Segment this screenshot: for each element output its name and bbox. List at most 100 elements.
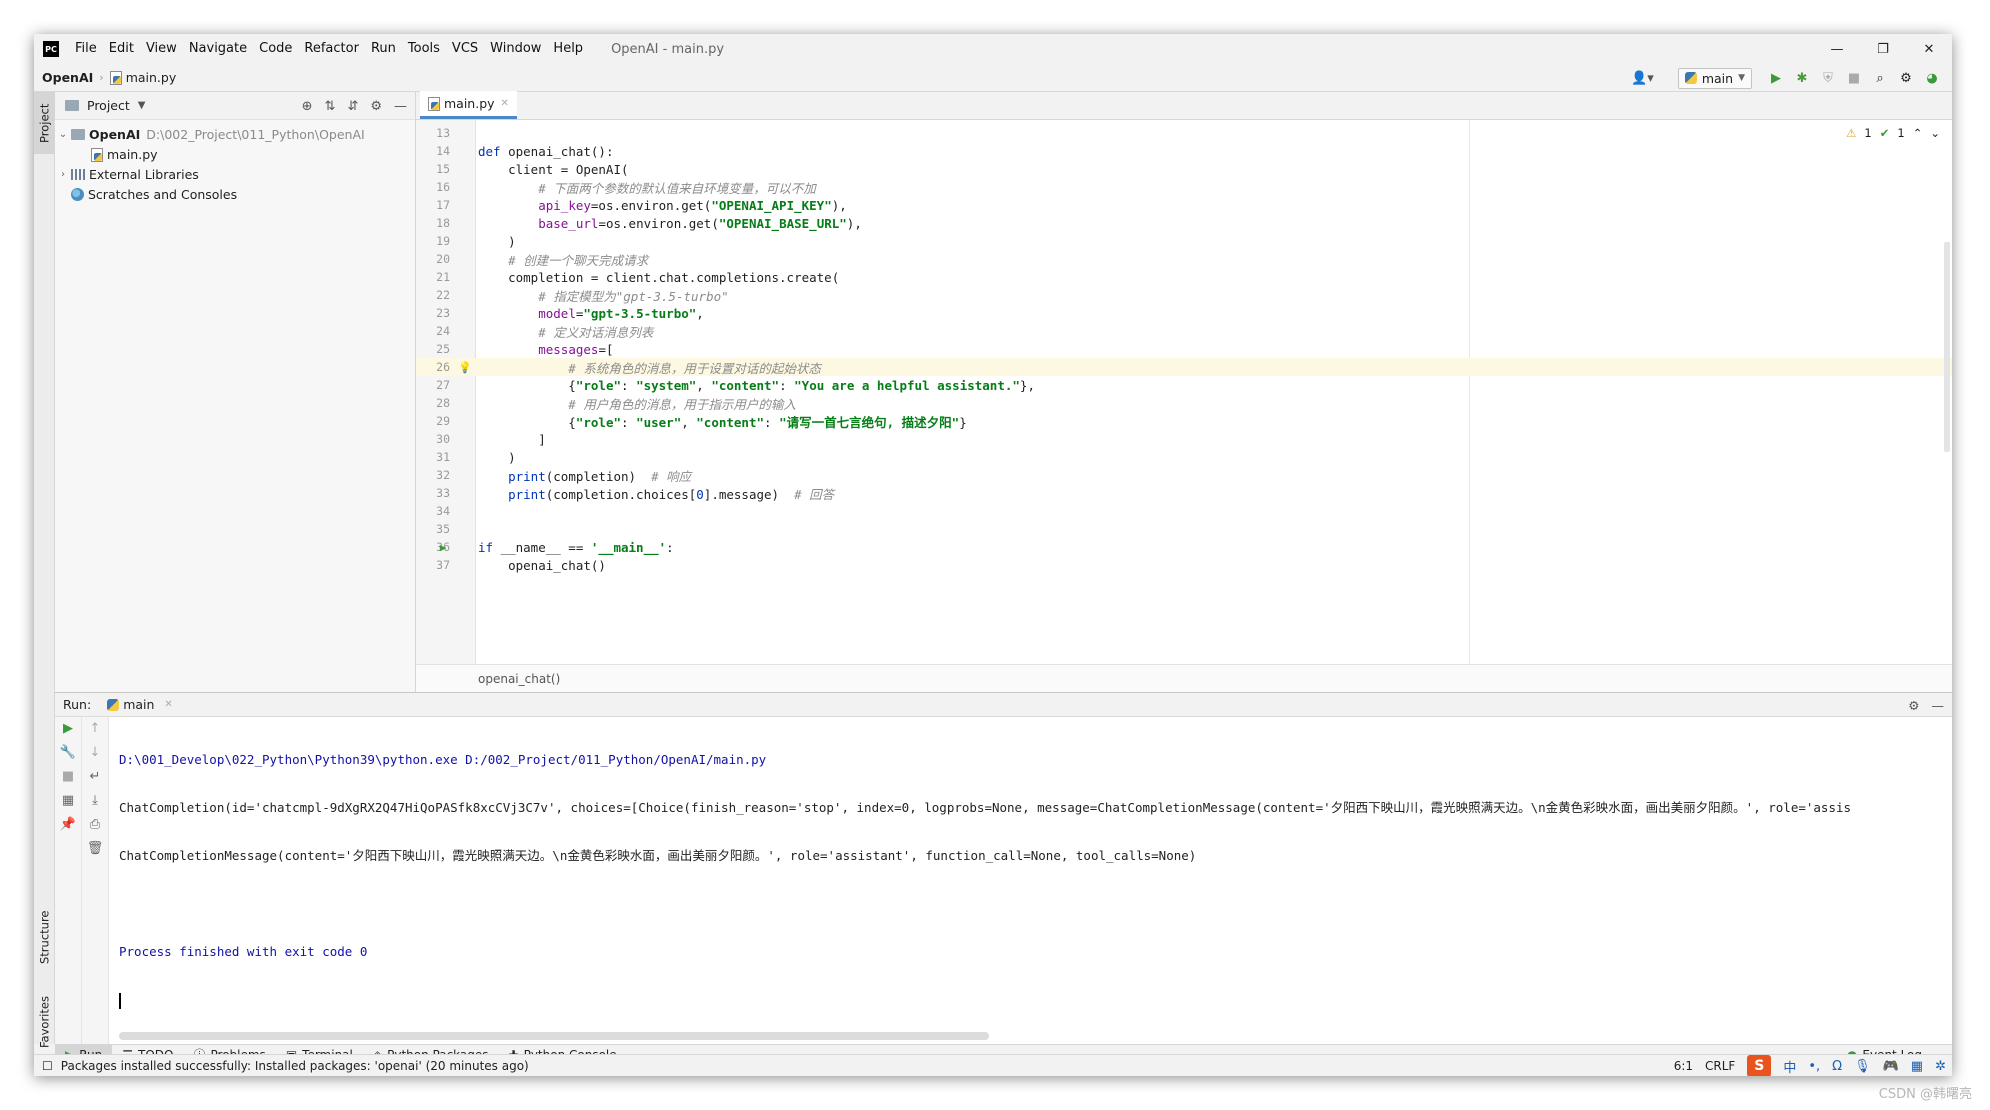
console-horizontal-scrollbar[interactable] (119, 1032, 989, 1040)
stripe-tab-favorites[interactable]: Favorites (34, 982, 55, 1062)
code-line[interactable]: 19 ) (416, 232, 1952, 250)
close-button[interactable]: ✕ (1906, 34, 1952, 64)
code-lines[interactable]: 13 14 def openai_chat(): 15 client = OpenAI… (416, 124, 1952, 574)
locate-icon[interactable]: ⊕ (302, 99, 313, 114)
soft-wrap-icon[interactable]: ↵ (90, 769, 101, 784)
editor-scrollbar[interactable] (1944, 242, 1950, 452)
stripe-tab-project[interactable]: Project (34, 92, 55, 154)
menu-run[interactable]: Run (365, 34, 402, 64)
print-icon[interactable]: ⎙ (90, 817, 100, 832)
menu-navigate[interactable]: Navigate (183, 34, 253, 64)
console-output[interactable]: D:\001_Develop\022_Python\Python39\pytho… (119, 721, 1952, 1039)
code-line[interactable]: 25 messages=[ (416, 340, 1952, 358)
debug-icon[interactable]: ✱ (1792, 68, 1812, 88)
ime-voice-icon[interactable]: 🎙 (1854, 1059, 1871, 1074)
code-line[interactable]: 23 model="gpt-3.5-turbo", (416, 304, 1952, 322)
breadcrumb-file[interactable]: main.py (109, 70, 176, 85)
tree-item-root[interactable]: ⌄ OpenAI D:\002_Project\011_Python\OpenA… (55, 124, 415, 144)
restore-button[interactable]: ❐ (1860, 34, 1906, 64)
sogou-ime-logo[interactable]: S (1747, 1055, 1772, 1076)
tree-item-scratches[interactable]: Scratches and Consoles (55, 184, 415, 204)
code-line[interactable]: 13 (416, 124, 1952, 142)
search-icon[interactable]: ⌕ (1870, 68, 1890, 88)
menu-refactor[interactable]: Refactor (298, 34, 365, 64)
hide-icon[interactable]: — (394, 99, 407, 114)
code-line[interactable]: 35 (416, 520, 1952, 538)
code-line[interactable]: 21 completion = client.chat.completions.… (416, 268, 1952, 286)
code-line[interactable]: 34 (416, 502, 1952, 520)
code-line[interactable]: 37 openai_chat() (416, 556, 1952, 574)
menu-window[interactable]: Window (484, 34, 547, 64)
ime-language[interactable]: 中 (1783, 1057, 1796, 1076)
chevron-right-icon[interactable]: › (55, 169, 71, 180)
code-line[interactable]: 29 {"role": "user", "content": "请写一首七言绝句… (416, 412, 1952, 430)
code-line[interactable]: 18 base_url=os.environ.get("OPENAI_BASE_… (416, 214, 1952, 232)
code-line[interactable]: 24 # 定义对话消息列表 (416, 322, 1952, 340)
breadcrumb-project[interactable]: OpenAI (42, 70, 93, 85)
menu-edit[interactable]: Edit (103, 34, 140, 64)
ime-toolbox-icon[interactable]: ▦ (1911, 1059, 1923, 1074)
run-gutter-icon[interactable]: ▶ (436, 541, 450, 554)
close-icon[interactable]: ✕ (164, 699, 172, 710)
arrow-down-icon[interactable]: ↓ (90, 745, 101, 760)
trash-icon[interactable]: 🗑 (87, 841, 104, 856)
project-panel-title[interactable]: Project (87, 98, 130, 113)
code-line[interactable]: 36 ▶ if __name__ == '__main__': (416, 538, 1952, 556)
rerun-icon[interactable]: ▶ (63, 721, 73, 736)
menu-help[interactable]: Help (547, 34, 589, 64)
hide-icon[interactable]: — (1932, 698, 1945, 713)
chevron-down-icon[interactable]: ⌄ (55, 129, 71, 140)
run-icon[interactable]: ▶ (1766, 68, 1786, 88)
tree-item-main-py[interactable]: main.py (55, 144, 415, 164)
menu-view[interactable]: View (140, 34, 183, 64)
line-separator[interactable]: CRLF (1705, 1059, 1735, 1073)
scroll-to-end-icon[interactable]: ⤓ (92, 793, 98, 808)
user-icon[interactable]: 👤▾ (1631, 71, 1654, 86)
coverage-icon[interactable]: ⛨ (1818, 68, 1838, 88)
ime-symbol-icon[interactable]: Ω (1832, 1059, 1842, 1074)
code-line[interactable]: 28 # 用户角色的消息，用于指示用户的输入 (416, 394, 1952, 412)
plugin-icon[interactable]: ◕ (1922, 68, 1942, 88)
editor-breadcrumb[interactable]: openai_chat() (416, 664, 1952, 692)
stop-icon[interactable]: ■ (62, 769, 74, 784)
run-tab-main[interactable]: main ✕ (107, 697, 173, 712)
editor-tab-main-py[interactable]: main.py ✕ (420, 91, 517, 119)
menu-file[interactable]: File (69, 34, 103, 64)
arrow-up-icon[interactable]: ↑ (90, 721, 101, 736)
run-configuration-select[interactable]: main ▼ (1677, 67, 1752, 89)
layout-icon[interactable]: ▦ (62, 793, 74, 808)
code-line[interactable]: 31 ) (416, 448, 1952, 466)
menu-vcs[interactable]: VCS (446, 34, 484, 64)
close-icon[interactable]: ✕ (501, 98, 509, 109)
ime-game-icon[interactable]: 🎮 (1883, 1059, 1899, 1074)
ime-settings-icon[interactable]: ✲ (1935, 1059, 1946, 1074)
expand-all-icon[interactable]: ⇅ (325, 99, 336, 114)
stop-icon[interactable]: ■ (1844, 68, 1864, 88)
caret-position[interactable]: 6:1 (1674, 1059, 1693, 1073)
console-input-line[interactable] (119, 991, 1952, 1009)
code-line[interactable]: 26 💡 # 系统角色的消息，用于设置对话的起始状态 (416, 358, 1952, 376)
status-message[interactable]: Packages installed successfully: Install… (61, 1059, 529, 1073)
code-line[interactable]: 17 api_key=os.environ.get("OPENAI_API_KE… (416, 196, 1952, 214)
code-line[interactable]: 30 ] (416, 430, 1952, 448)
ime-punctuation-icon[interactable]: •, (1808, 1059, 1820, 1074)
status-square-icon[interactable]: ☐ (42, 1059, 53, 1073)
code-line[interactable]: 33 print(completion.choices[0].message) … (416, 484, 1952, 502)
code-line[interactable]: 27 {"role": "system", "content": "You ar… (416, 376, 1952, 394)
settings-icon[interactable]: ⚙ (1896, 68, 1916, 88)
code-line[interactable]: 15 client = OpenAI( (416, 160, 1952, 178)
pin-icon[interactable]: 📌 (60, 817, 76, 832)
tree-item-external-libraries[interactable]: › External Libraries (55, 164, 415, 184)
chevron-down-icon[interactable]: ▼ (138, 100, 146, 111)
gear-icon[interactable]: ⚙ (370, 99, 382, 114)
collapse-all-icon[interactable]: ⇵ (347, 99, 358, 114)
code-line[interactable]: 22 # 指定模型为"gpt-3.5-turbo" (416, 286, 1952, 304)
menu-code[interactable]: Code (253, 34, 298, 64)
stripe-tab-structure[interactable]: Structure (34, 897, 55, 977)
code-line[interactable]: 32 print(completion) # 响应 (416, 466, 1952, 484)
code-line[interactable]: 20 # 创建一个聊天完成请求 (416, 250, 1952, 268)
intention-bulb-icon[interactable]: 💡 (458, 361, 472, 374)
minimize-button[interactable]: — (1814, 34, 1860, 64)
wrench-icon[interactable]: 🔧 (60, 745, 76, 760)
code-line[interactable]: 16 # 下面两个参数的默认值来自环境变量，可以不加 (416, 178, 1952, 196)
